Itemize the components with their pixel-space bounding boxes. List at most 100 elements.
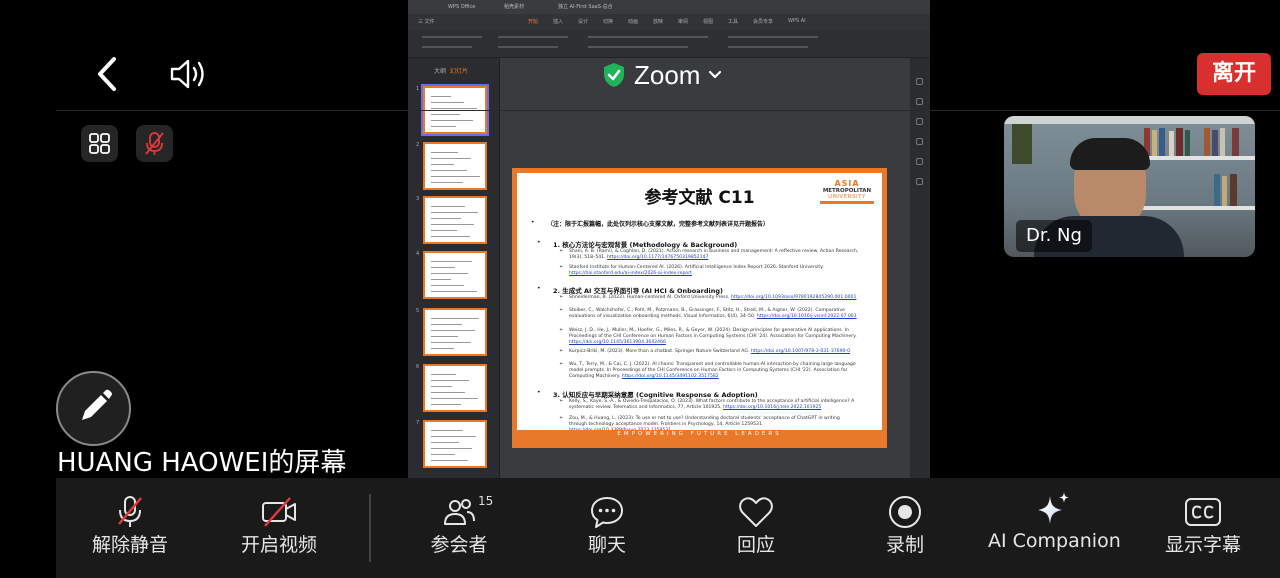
thumbnail-number: 4 xyxy=(416,251,420,257)
mic-off-icon xyxy=(145,132,164,155)
panel-tab-slides[interactable]: 幻灯片 xyxy=(450,66,468,75)
slide-note: （注：限于汇报篇幅，此处仅列示核心支撑文献，完整参考文献列表详见开题报告） xyxy=(547,221,770,228)
start-video-button[interactable]: 开启视频 xyxy=(214,478,344,578)
closed-captions-icon xyxy=(1185,498,1221,526)
tool-icon[interactable] xyxy=(916,78,923,85)
reference-link[interactable]: https://doi.org/10.1145/3613904.3642466 xyxy=(569,340,666,345)
wps-menu-item[interactable]: 切换 xyxy=(603,18,613,25)
wps-menu-item[interactable]: 放映 xyxy=(653,18,663,25)
slide-thumbnail-panel: 大纲 幻灯片 1 2 3 4 5 6 7 xyxy=(408,58,500,478)
wps-menu-item[interactable]: 会员专享 xyxy=(753,18,773,25)
toolbar-divider xyxy=(369,494,371,562)
slide-footer: EMPOWERING FUTURE LEADERS xyxy=(517,430,882,439)
mic-off-icon xyxy=(118,496,142,527)
wps-tab[interactable]: 稻壳素材 xyxy=(504,2,524,12)
logo-line: ASIA xyxy=(834,179,860,188)
tool-icon[interactable] xyxy=(916,118,923,125)
ribbon-tool[interactable] xyxy=(728,46,808,48)
wps-menu-item[interactable]: 动画 xyxy=(628,18,638,25)
gallery-view-button[interactable] xyxy=(81,125,118,162)
wps-tab[interactable]: WPS Office xyxy=(448,2,475,12)
video-off-icon xyxy=(262,497,296,527)
record-button[interactable]: 录制 xyxy=(840,478,970,578)
reference-link[interactable]: https://doi.org/10.1016/j.visinf.2022.07… xyxy=(757,314,857,319)
panel-tab-outline[interactable]: 大纲 xyxy=(434,66,446,75)
arrow-bullet: ➢ xyxy=(559,294,564,300)
ai-companion-button[interactable]: AI Companion xyxy=(988,478,1121,578)
ribbon-tool[interactable] xyxy=(588,46,688,48)
unmute-button[interactable]: 解除静音 xyxy=(65,478,195,578)
meeting-title[interactable]: Zoom xyxy=(602,58,722,92)
button-label: 回应 xyxy=(736,534,775,556)
slide-thumbnail[interactable] xyxy=(423,420,487,468)
reference-link[interactable]: https://doi.org/10.1093/oso/978019284529… xyxy=(731,295,857,300)
reference-text: Stanford Institute for Human-Centered AI… xyxy=(569,265,824,270)
muted-indicator[interactable] xyxy=(136,125,173,162)
arrow-bullet: ➢ xyxy=(559,307,564,313)
ribbon-tool[interactable] xyxy=(422,36,482,38)
pencil-icon xyxy=(82,389,112,420)
bullet: • xyxy=(537,285,541,292)
bullet: • xyxy=(531,219,535,226)
slide-thumbnail[interactable] xyxy=(423,364,487,412)
current-slide: 参考文献 C11 ASIA METROPOLITAN UNIVERSITY • … xyxy=(512,168,887,448)
thumbnail-number: 5 xyxy=(416,308,420,314)
wps-menu-item[interactable]: 三 文件 xyxy=(418,18,435,25)
tool-icon[interactable] xyxy=(916,98,923,105)
participants-icon xyxy=(444,499,475,525)
sparkle-icon xyxy=(1038,492,1069,524)
chat-button[interactable]: 聊天 xyxy=(542,478,672,578)
thumbnail-number: 2 xyxy=(416,142,420,148)
slide-thumbnail[interactable] xyxy=(423,142,487,190)
leave-button[interactable]: 离开 xyxy=(1197,53,1271,95)
reference-entry: Kurpicz-Briki, M. (2023). More than a ch… xyxy=(569,349,859,355)
reference-text: Shneiderman, B. (2022). Human-centered A… xyxy=(569,295,730,300)
speaker-button[interactable] xyxy=(168,57,208,91)
slide-thumbnail[interactable] xyxy=(423,196,487,244)
wps-menu-item[interactable]: 工具 xyxy=(728,18,738,25)
slide-thumbnail[interactable] xyxy=(423,251,487,299)
arrow-bullet: ➢ xyxy=(559,415,564,421)
tool-icon[interactable] xyxy=(916,138,923,145)
back-button[interactable] xyxy=(92,56,124,92)
tool-icon[interactable] xyxy=(916,178,923,185)
wps-menu-item[interactable]: 审阅 xyxy=(678,18,688,25)
ribbon-tool[interactable] xyxy=(588,36,708,38)
record-icon xyxy=(889,496,921,528)
annotate-button[interactable] xyxy=(56,371,131,446)
reference-link[interactable]: https://doi.org/10.1016/j.tele.2022.1019… xyxy=(723,405,821,410)
wps-tab[interactable]: 独立 AI-First SaaS-总合 xyxy=(558,2,613,12)
divider xyxy=(56,110,1280,111)
bullet: • xyxy=(537,239,541,246)
reference-text: Kurpicz-Briki, M. (2023). More than a ch… xyxy=(569,349,750,354)
reference-link[interactable]: https://doi.org/10.1177/1476750319852147 xyxy=(607,255,708,260)
slide-thumbnail[interactable] xyxy=(423,308,487,356)
wps-menu-item[interactable]: 视图 xyxy=(703,18,713,25)
wps-menu-item[interactable]: 设计 xyxy=(578,18,588,25)
reference-entry: Shneiderman, B. (2022). Human-centered A… xyxy=(569,295,859,301)
thumbnail-number: 3 xyxy=(416,196,420,202)
thumbnail-number: 7 xyxy=(416,420,420,426)
wps-menu-item[interactable]: WPS AI xyxy=(788,18,806,24)
ribbon-tool[interactable] xyxy=(498,46,558,48)
tool-icon[interactable] xyxy=(916,158,923,165)
reference-link[interactable]: https://doi.org/10.1145/3491102.3517582 xyxy=(622,374,719,379)
react-button[interactable]: 回应 xyxy=(691,478,821,578)
grid-icon xyxy=(89,133,110,154)
participants-button[interactable]: 15 参会者 xyxy=(394,478,524,578)
reference-link[interactable]: https://hai.stanford.edu/ai-index/2026-a… xyxy=(569,271,692,276)
wps-menu-item[interactable]: 开始 xyxy=(528,18,538,25)
wps-menu-item[interactable]: 插入 xyxy=(553,18,563,25)
section-heading: 1. 核心方法论与宏观背景 (Methodology & Background) xyxy=(553,241,738,249)
arrow-bullet: ➢ xyxy=(559,264,564,270)
reference-entry: Stanford Institute for Human-Centered AI… xyxy=(569,265,859,277)
captions-button[interactable]: 显示字幕 xyxy=(1138,478,1268,578)
reference-text: Zou, M., & Huang, L. (2023). To use or n… xyxy=(569,416,840,427)
reference-link[interactable]: https://doi.org/10.1007/978-3-031-37690-… xyxy=(751,349,850,354)
reference-entry: Shani, A. B. (Rami), & Coghlan, D. (2021… xyxy=(569,249,859,261)
meeting-toolbar: 解除静音 开启视频 15 参会者 聊天 回应 录制 AI Companion 显… xyxy=(56,478,1280,578)
ribbon-tool[interactable] xyxy=(498,36,568,38)
ribbon-tool[interactable] xyxy=(728,36,818,38)
wps-tab-bar: WPS Office 稻壳素材 独立 AI-First SaaS-总合 xyxy=(408,0,930,14)
ribbon-tool[interactable] xyxy=(422,46,472,48)
